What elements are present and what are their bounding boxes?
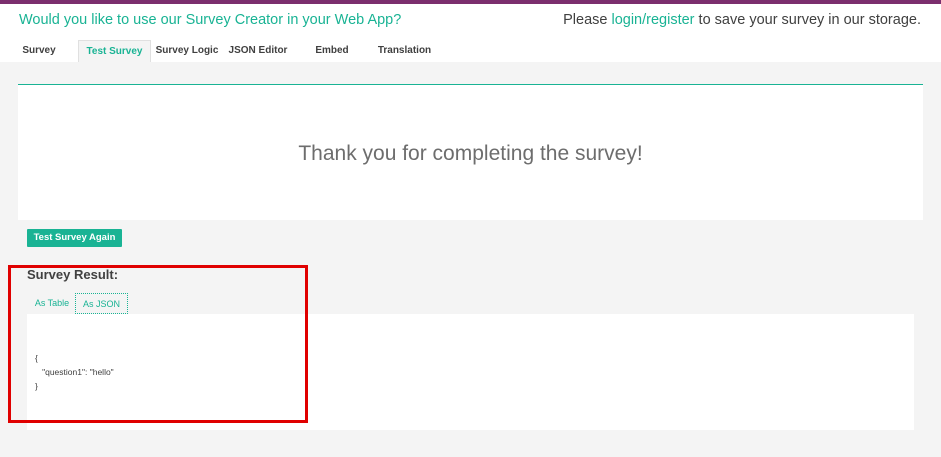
json-result-view: { "question1": "hello" }: [27, 314, 914, 430]
tab-translation[interactable]: Translation: [377, 40, 432, 62]
survey-complete-panel: Thank you for completing the survey!: [18, 84, 923, 220]
json-line: }: [35, 381, 38, 391]
promo-link[interactable]: Would you like to use our Survey Creator…: [19, 12, 401, 28]
tab-survey-designer[interactable]: Survey Designer: [0, 40, 78, 78]
login-suffix: to save your survey in our storage.: [694, 12, 921, 28]
editor-tabs: Survey Designer Test Survey Survey Logic…: [0, 40, 941, 78]
tab-json-editor[interactable]: JSON Editor: [228, 40, 288, 62]
header: Would you like to use our Survey Creator…: [0, 4, 941, 40]
test-survey-content: Thank you for completing the survey! Tes…: [0, 62, 941, 457]
register-link[interactable]: register: [646, 12, 694, 28]
test-survey-again-button[interactable]: Test Survey Again: [27, 229, 122, 247]
tab-as-json[interactable]: As JSON: [75, 293, 128, 314]
login-prompt: Please login/register to save your surve…: [563, 12, 921, 28]
login-prefix: Please: [563, 12, 612, 28]
survey-result-title: Survey Result:: [27, 267, 119, 282]
json-line: "question1": "hello": [35, 367, 114, 377]
json-line: {: [35, 353, 38, 363]
tab-as-table[interactable]: As Table: [31, 293, 73, 314]
tab-embed-survey[interactable]: Embed Survey: [298, 40, 366, 78]
login-link[interactable]: login: [611, 12, 642, 28]
tab-test-survey[interactable]: Test Survey: [78, 40, 151, 62]
completed-message: Thank you for completing the survey!: [298, 142, 643, 165]
tab-survey-logic[interactable]: Survey Logic: [155, 40, 219, 62]
